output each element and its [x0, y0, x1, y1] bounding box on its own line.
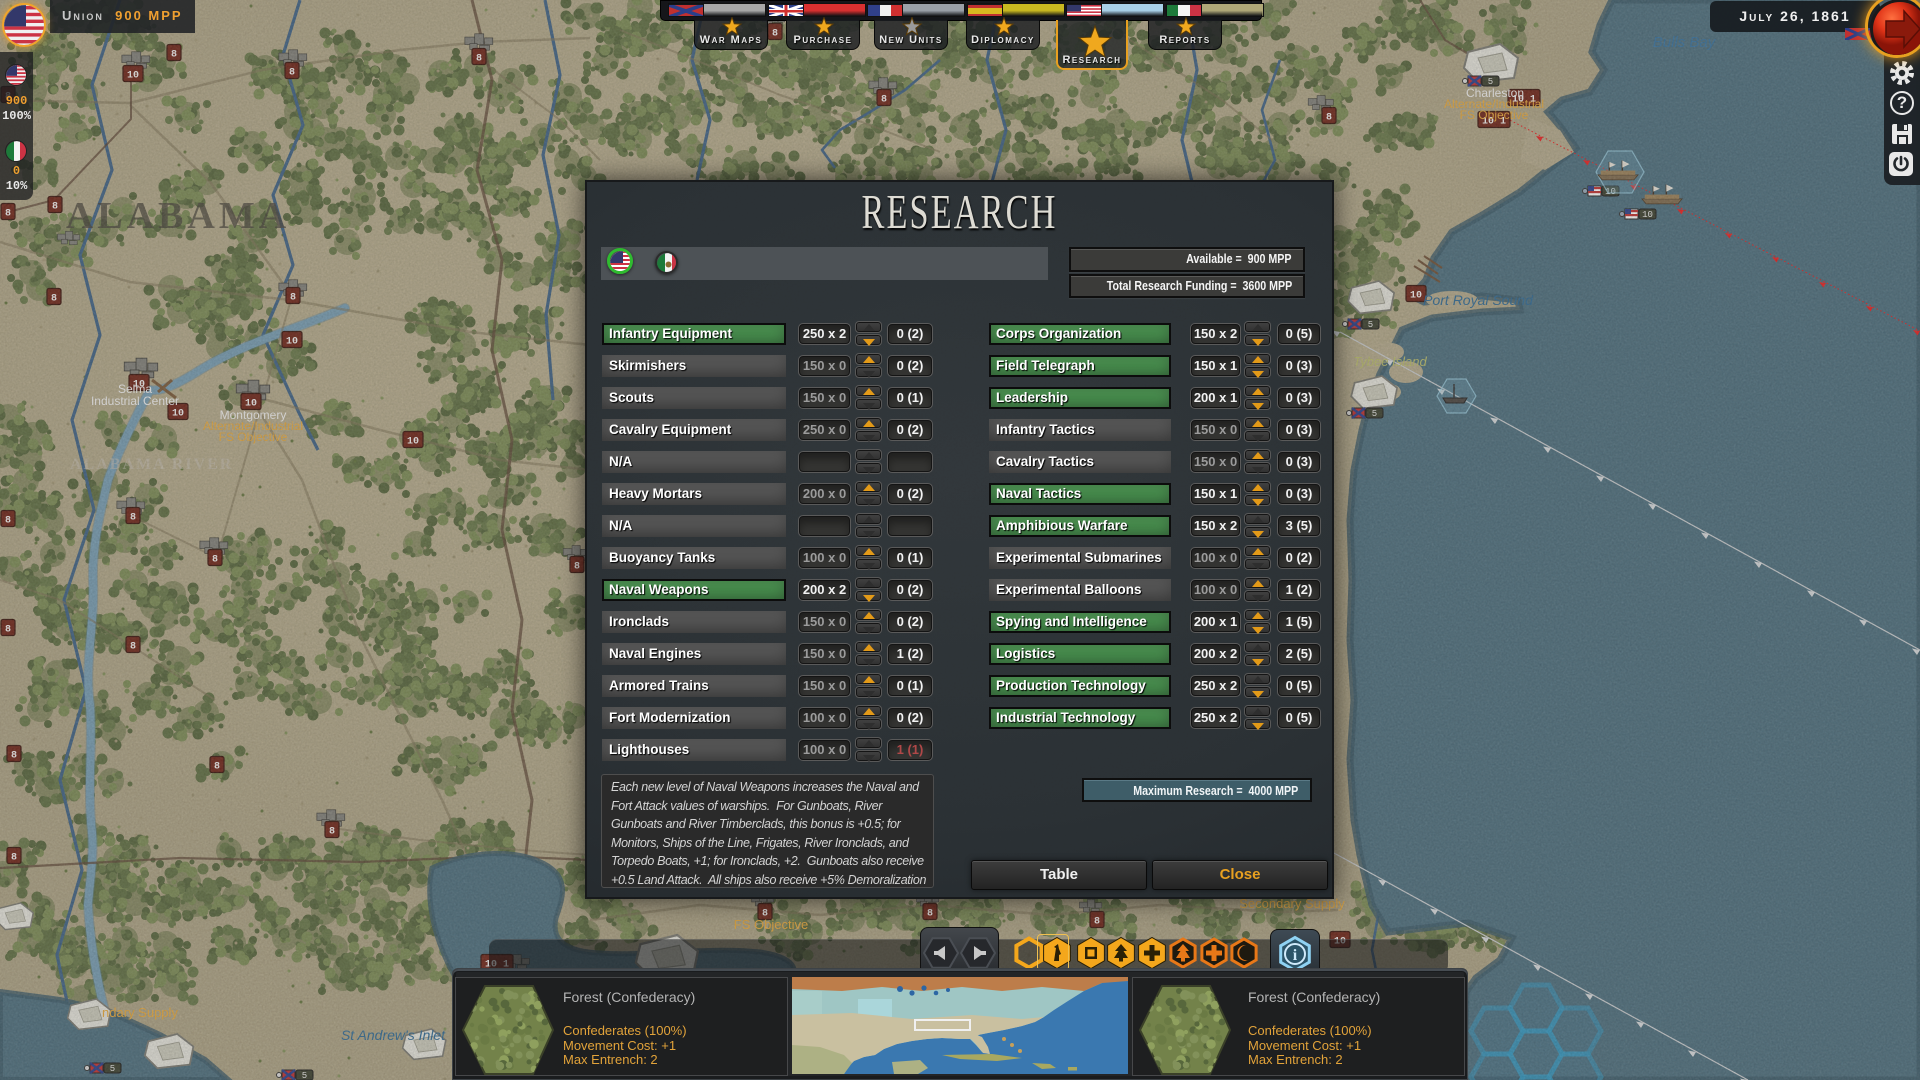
svg-text:i: i	[1293, 947, 1298, 964]
